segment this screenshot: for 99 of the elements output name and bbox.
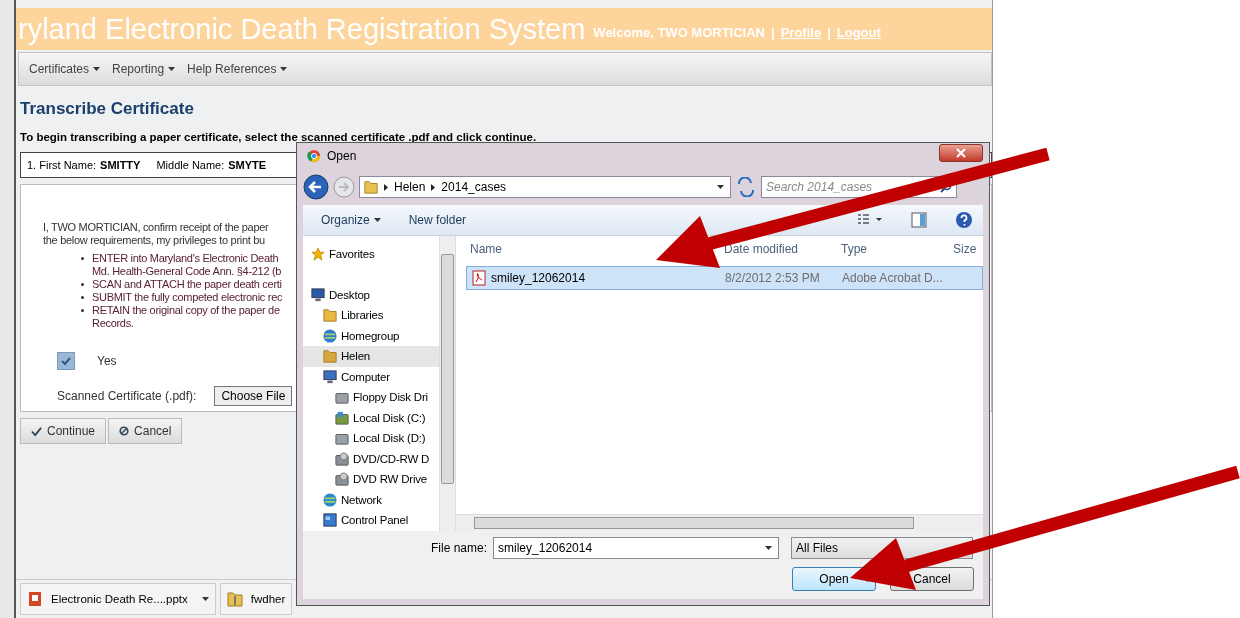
download-item[interactable]: Electronic Death Re....pptx xyxy=(20,583,216,615)
folder-tree-item[interactable]: Computer xyxy=(303,366,439,387)
caret-icon xyxy=(93,67,101,71)
bullet-icon xyxy=(81,257,84,260)
continue-button[interactable]: Continue xyxy=(20,418,107,444)
view-options-icon[interactable] xyxy=(857,213,883,227)
menu-item[interactable]: Help References xyxy=(187,62,288,76)
back-button[interactable] xyxy=(303,174,329,200)
name-label: Middle Name: xyxy=(156,159,225,171)
folder-tree-item[interactable]: Local Disk (C:) xyxy=(303,407,439,428)
browser-logo-icon xyxy=(307,149,321,163)
checkbox-label: Yes xyxy=(97,354,117,368)
drive-icon xyxy=(335,472,349,487)
help-icon[interactable] xyxy=(955,211,973,229)
prohibited-icon xyxy=(119,426,130,436)
file-name-field[interactable]: smiley_12062014 xyxy=(493,537,780,559)
breadcrumb-item[interactable]: Helen xyxy=(394,180,426,194)
separator-text: | xyxy=(827,24,831,40)
folder-tree-item[interactable]: DVD/CD-RW D xyxy=(303,448,439,469)
close-button[interactable] xyxy=(939,144,983,162)
slides-file-icon xyxy=(27,591,43,607)
preview-pane-icon[interactable] xyxy=(911,212,927,228)
forward-button[interactable] xyxy=(333,176,355,198)
vertical-scrollbar[interactable] xyxy=(439,236,455,531)
drive-icon xyxy=(335,410,349,425)
confirmation-text: I, TWO MORTICIAN, confirm receipt of the paper xyxy=(43,221,269,234)
refresh-icon[interactable] xyxy=(735,177,757,197)
caret-icon xyxy=(765,546,773,550)
menu-item[interactable]: Reporting xyxy=(112,62,176,76)
globe-icon xyxy=(323,328,337,343)
requirement-item: ENTER into Maryland's Electronic Death Md. Health-General Code Ann. §4-212 (b xyxy=(92,252,282,278)
choose-file-button[interactable]: Choose File xyxy=(214,386,293,406)
caret-icon xyxy=(717,185,724,189)
folder-icon xyxy=(364,180,378,194)
name-value: SMYTE xyxy=(228,159,267,171)
name-label: 1. First Name: xyxy=(27,159,97,171)
requirement-item: SUBMIT the fully competed electronic rec xyxy=(92,291,283,304)
column-header[interactable]: Type xyxy=(841,242,867,256)
toolbar-button[interactable]: Organize xyxy=(321,213,381,227)
folder-tree-item[interactable]: Local Disk (D:) xyxy=(303,428,439,449)
requirement-item: SCAN and ATTACH the paper death certi xyxy=(92,278,282,291)
caret-icon xyxy=(168,67,176,71)
welcome-text: Welcome, TWO MORTICIAN xyxy=(593,24,765,40)
folder-tree-item[interactable]: Floppy Disk Dri xyxy=(303,387,439,408)
page-title: Transcribe Certificate xyxy=(20,99,195,119)
folder-tree-item[interactable]: Homegroup xyxy=(303,325,439,346)
zip-folder-icon xyxy=(226,591,243,607)
confirmation-text: the below requirements, my privileges to print bu xyxy=(43,234,265,247)
monitor-icon xyxy=(311,287,325,302)
field-label: File name: xyxy=(431,541,488,555)
folder-icon xyxy=(323,349,337,364)
caret-icon xyxy=(384,183,388,191)
folder-tree-item[interactable]: Helen xyxy=(303,346,439,367)
download-item[interactable]: fwdher xyxy=(219,583,293,615)
bullet-icon xyxy=(81,296,84,299)
requirement-item: RETAIN the original copy of the paper de Records. xyxy=(92,304,280,330)
horizontal-scrollbar[interactable] xyxy=(456,514,983,531)
monitor-icon xyxy=(323,369,337,384)
checkbox[interactable] xyxy=(57,352,75,370)
separator-text: | xyxy=(771,24,775,40)
field-label: Scanned Certificate (.pdf): xyxy=(57,389,197,403)
file-date: 8/2/2012 2:53 PM xyxy=(725,271,820,285)
file-row[interactable]: smiley_12062014 8/2/2012 2:53 PM Adobe Acrobat D... xyxy=(466,266,983,290)
drive-icon xyxy=(335,390,349,405)
column-header[interactable]: Name xyxy=(470,242,502,256)
caret-icon xyxy=(201,597,209,601)
check-icon xyxy=(60,355,72,367)
folder-tree-item[interactable]: Control Panel xyxy=(303,510,439,531)
folder-tree-item[interactable]: Desktop xyxy=(303,284,439,305)
check-icon xyxy=(31,425,42,437)
pdf-file-icon xyxy=(471,270,487,286)
name-value: SMITTY xyxy=(100,159,141,171)
star-icon xyxy=(311,247,325,262)
dialog-title: Open xyxy=(327,149,357,163)
globe-icon xyxy=(323,492,337,507)
address-bar[interactable]: Helen 2014_cases xyxy=(359,176,731,198)
drive-icon xyxy=(335,431,349,446)
breadcrumb-item[interactable]: 2014_cases xyxy=(441,180,507,194)
caret-icon xyxy=(373,218,381,222)
folder-icon xyxy=(323,308,337,323)
cancel-button[interactable]: Cancel xyxy=(108,418,183,444)
site-title: ryland Electronic Death Registration System xyxy=(18,12,586,46)
bullet-icon xyxy=(81,309,84,312)
caret-icon xyxy=(280,67,288,71)
drive-icon xyxy=(335,451,349,466)
file-name: smiley_12062014 xyxy=(491,271,586,285)
folder-tree-item[interactable]: Network xyxy=(303,489,439,510)
caret-icon xyxy=(431,183,436,191)
close-icon xyxy=(956,148,966,158)
bullet-icon xyxy=(81,283,84,286)
instruction-text: To begin transcribing a paper certificate, select the scanned certificate .pdf and click continue. xyxy=(20,131,538,143)
folder-tree-item[interactable]: Favorites xyxy=(303,244,439,265)
file-type: Adobe Acrobat D... xyxy=(842,271,943,285)
folder-tree-item[interactable]: DVD RW Drive xyxy=(303,469,439,490)
menu-item[interactable]: Certificates xyxy=(29,62,101,76)
control-panel-icon xyxy=(323,513,337,528)
folder-tree-item[interactable]: Libraries xyxy=(303,305,439,326)
column-header[interactable]: Size xyxy=(953,242,977,256)
toolbar-button[interactable]: New folder xyxy=(408,213,467,227)
